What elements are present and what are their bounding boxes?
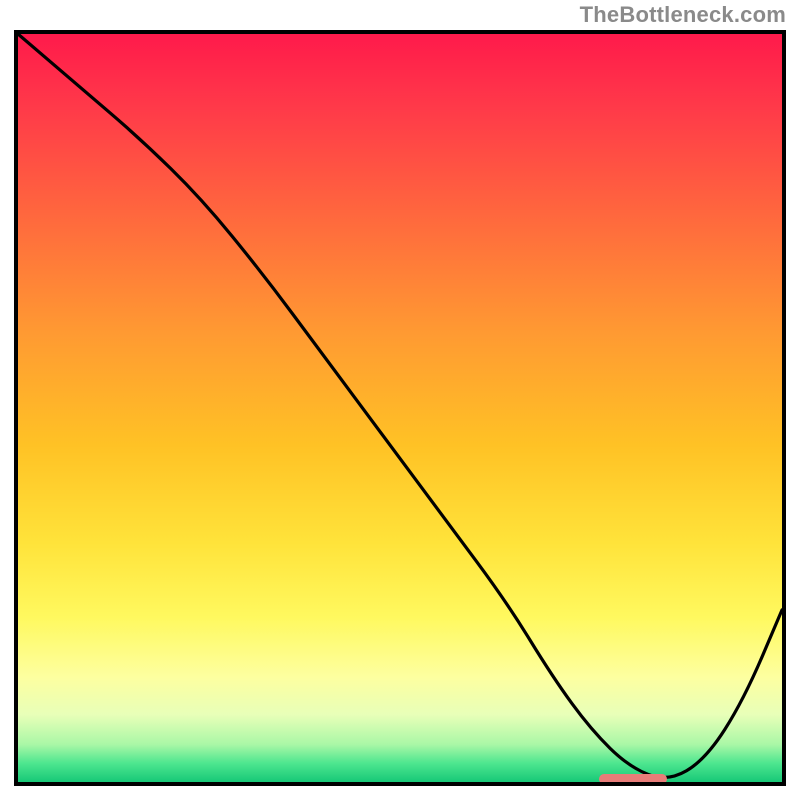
bottleneck-curve (18, 34, 782, 782)
optimal-range-marker (599, 774, 668, 784)
chart-frame: TheBottleneck.com (0, 0, 800, 800)
plot-area (14, 30, 786, 786)
watermark-text: TheBottleneck.com (580, 2, 786, 28)
